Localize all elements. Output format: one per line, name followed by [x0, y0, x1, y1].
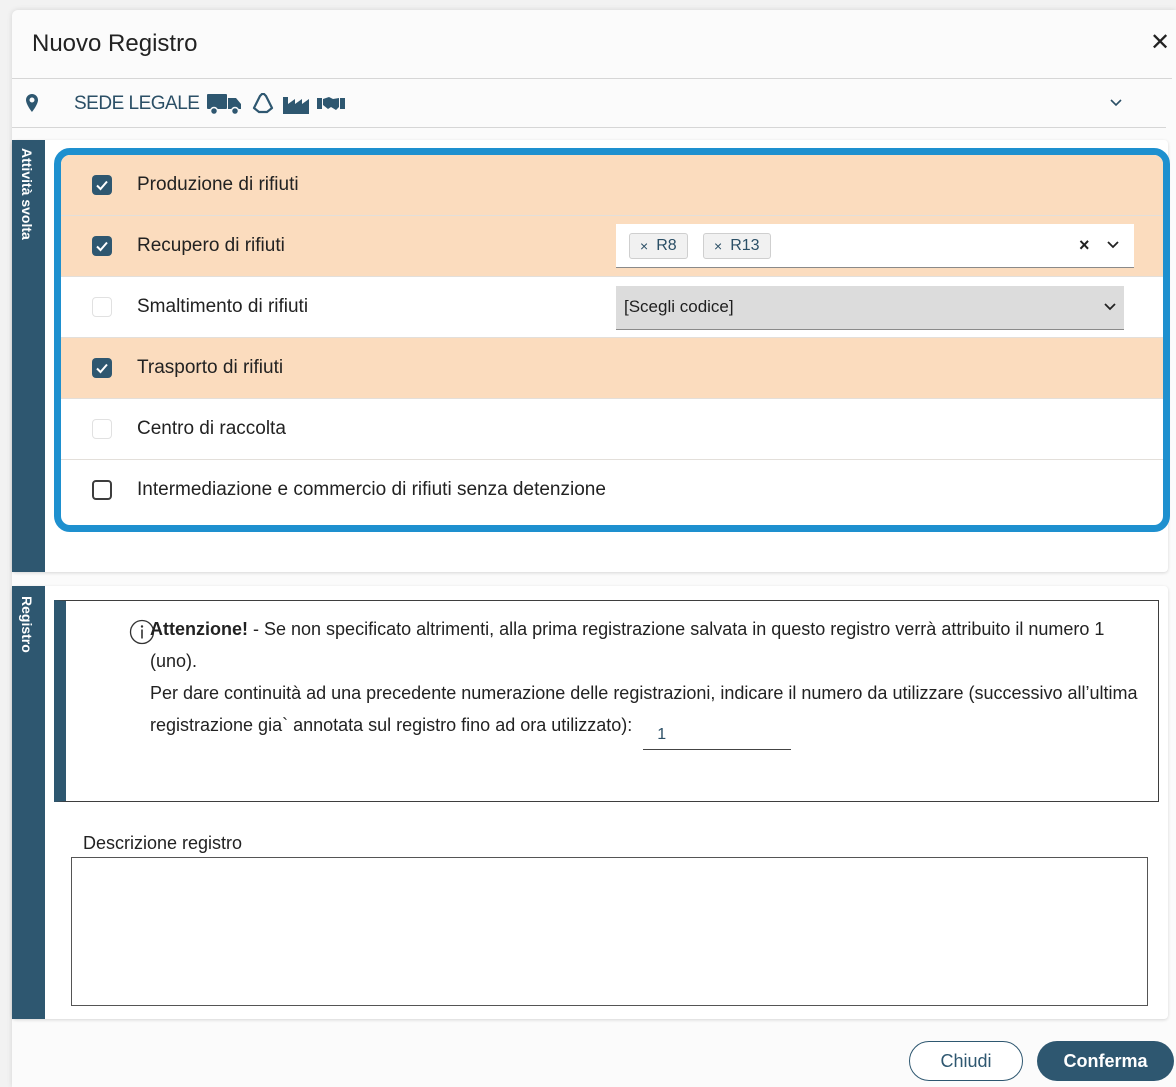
- notice-line-1: - Se non specificato altrimenti, alla pr…: [150, 619, 1105, 671]
- dialog-title: Nuovo Registro: [32, 30, 198, 57]
- registro-tab-label: Registro: [19, 596, 35, 653]
- activity-row-trasporto: Trasporto di rifiuti: [61, 338, 1163, 399]
- activity-list: Produzione di rifiuti Recupero di rifiut…: [54, 148, 1170, 532]
- activity-label: Intermediazione e commercio di rifiuti s…: [137, 479, 606, 500]
- activity-label: Smaltimento di rifiuti: [137, 296, 309, 317]
- activity-row-smaltimento: Smaltimento di rifiuti [Scegli codice]: [61, 277, 1163, 338]
- recupero-codes-multiselect[interactable]: × R8 × R13 ×: [616, 224, 1134, 268]
- registro-side-tab: Registro: [12, 586, 45, 1019]
- code-tag[interactable]: × R13: [703, 233, 771, 259]
- chevron-down-icon[interactable]: [1107, 240, 1119, 250]
- activity-tab-label: Attività svolta: [19, 148, 35, 240]
- divider: [12, 127, 1166, 128]
- chevron-down-icon[interactable]: [1109, 96, 1123, 110]
- description-textarea[interactable]: [71, 857, 1148, 1006]
- smaltimento-code-select[interactable]: [Scegli codice]: [616, 286, 1124, 330]
- factory-icon: [283, 97, 310, 114]
- activity-side-tab: Attività svolta: [12, 140, 45, 572]
- sede-label: SEDE LEGALE: [74, 93, 200, 114]
- numbering-notice: Attenzione! - Se non specificato altrime…: [54, 600, 1159, 802]
- select-value: [Scegli codice]: [624, 297, 734, 316]
- recycle-icon: [253, 93, 274, 114]
- checkbox-recupero[interactable]: [92, 236, 112, 256]
- confirm-button[interactable]: Conferma: [1037, 1041, 1174, 1081]
- remove-tag-icon[interactable]: ×: [640, 238, 648, 254]
- checkbox-intermediazione[interactable]: [92, 480, 112, 500]
- checkbox-produzione[interactable]: [92, 175, 112, 195]
- divider: [12, 78, 1172, 79]
- clear-selection-icon[interactable]: ×: [1079, 235, 1090, 256]
- activity-label: Recupero di rifiuti: [137, 235, 285, 256]
- notice-text: Attenzione! - Se non specificato altrime…: [150, 613, 1140, 750]
- remove-tag-icon[interactable]: ×: [714, 238, 722, 254]
- checkbox-centro-raccolta[interactable]: [92, 419, 112, 439]
- checkbox-trasporto[interactable]: [92, 358, 112, 378]
- checkbox-smaltimento[interactable]: [92, 297, 112, 317]
- handshake-icon: [317, 97, 346, 110]
- start-number-input[interactable]: 1: [643, 721, 792, 750]
- chevron-down-icon: [1104, 303, 1116, 311]
- truck-icon: [207, 94, 242, 115]
- map-pin-icon: [26, 94, 38, 112]
- activity-label: Produzione di rifiuti: [137, 174, 299, 195]
- code-tag[interactable]: × R8: [629, 233, 688, 259]
- activity-label: Centro di raccolta: [137, 418, 286, 439]
- sede-selector[interactable]: SEDE LEGALE: [74, 92, 346, 116]
- close-button[interactable]: Chiudi: [909, 1041, 1023, 1081]
- new-register-dialog: Nuovo Registro ✕ SEDE LEGALE Attività sv…: [12, 10, 1176, 1087]
- activity-row-intermediazione: Intermediazione e commercio di rifiuti s…: [61, 460, 1163, 521]
- description-label: Descrizione registro: [83, 833, 243, 853]
- notice-title: Attenzione!: [150, 619, 248, 639]
- activity-label: Trasporto di rifiuti: [137, 357, 284, 378]
- close-icon[interactable]: ✕: [1150, 28, 1170, 57]
- activity-row-recupero: Recupero di rifiuti × R8 × R13 ×: [61, 216, 1163, 277]
- activity-row-centro-raccolta: Centro di raccolta: [61, 399, 1163, 460]
- activity-row-produzione: Produzione di rifiuti: [61, 155, 1163, 216]
